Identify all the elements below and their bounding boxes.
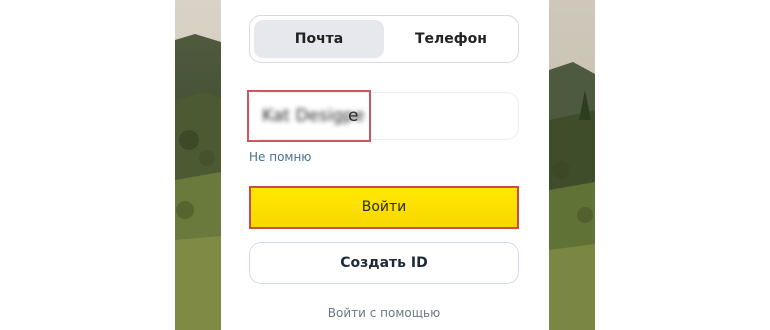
background-landscape-left [175, 0, 221, 330]
login-card: Почта Телефон Kat Desigpe e Не помню Вой… [221, 0, 549, 330]
tab-phone[interactable]: Телефон [388, 20, 514, 58]
forgot-login-link[interactable]: Не помню [249, 150, 311, 164]
login-method-tabs: Почта Телефон [249, 15, 519, 63]
login-button[interactable]: Войти [249, 186, 519, 229]
login-input[interactable]: Kat Desigpe e [247, 90, 519, 142]
login-value-visible: e [348, 106, 359, 126]
alternative-login-link[interactable]: Войти с помощью [249, 306, 519, 320]
create-id-button[interactable]: Создать ID [249, 242, 519, 284]
background-landscape-right [549, 0, 595, 330]
tab-email[interactable]: Почта [254, 20, 384, 58]
